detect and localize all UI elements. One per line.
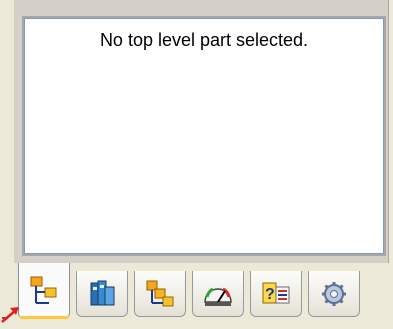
tab-library[interactable] — [76, 271, 128, 317]
svg-text:?: ? — [265, 286, 275, 303]
tab-settings[interactable] — [308, 271, 360, 317]
gauge-icon — [204, 287, 232, 306]
empty-message: No top level part selected. — [99, 30, 309, 50]
pointer-arrow-icon — [1, 307, 19, 323]
tab-parts[interactable] — [134, 271, 186, 317]
settings-icon — [322, 281, 346, 306]
bottom-tabstrip: ? — [14, 263, 388, 329]
tab-help[interactable]: ? — [250, 271, 302, 317]
tree-icon — [30, 276, 57, 304]
parts-icon — [146, 280, 174, 306]
help-list-icon: ? — [262, 282, 290, 303]
tab-gauge[interactable] — [192, 271, 244, 317]
content-panel: No top level part selected. — [22, 16, 386, 256]
library-icon — [90, 280, 115, 305]
